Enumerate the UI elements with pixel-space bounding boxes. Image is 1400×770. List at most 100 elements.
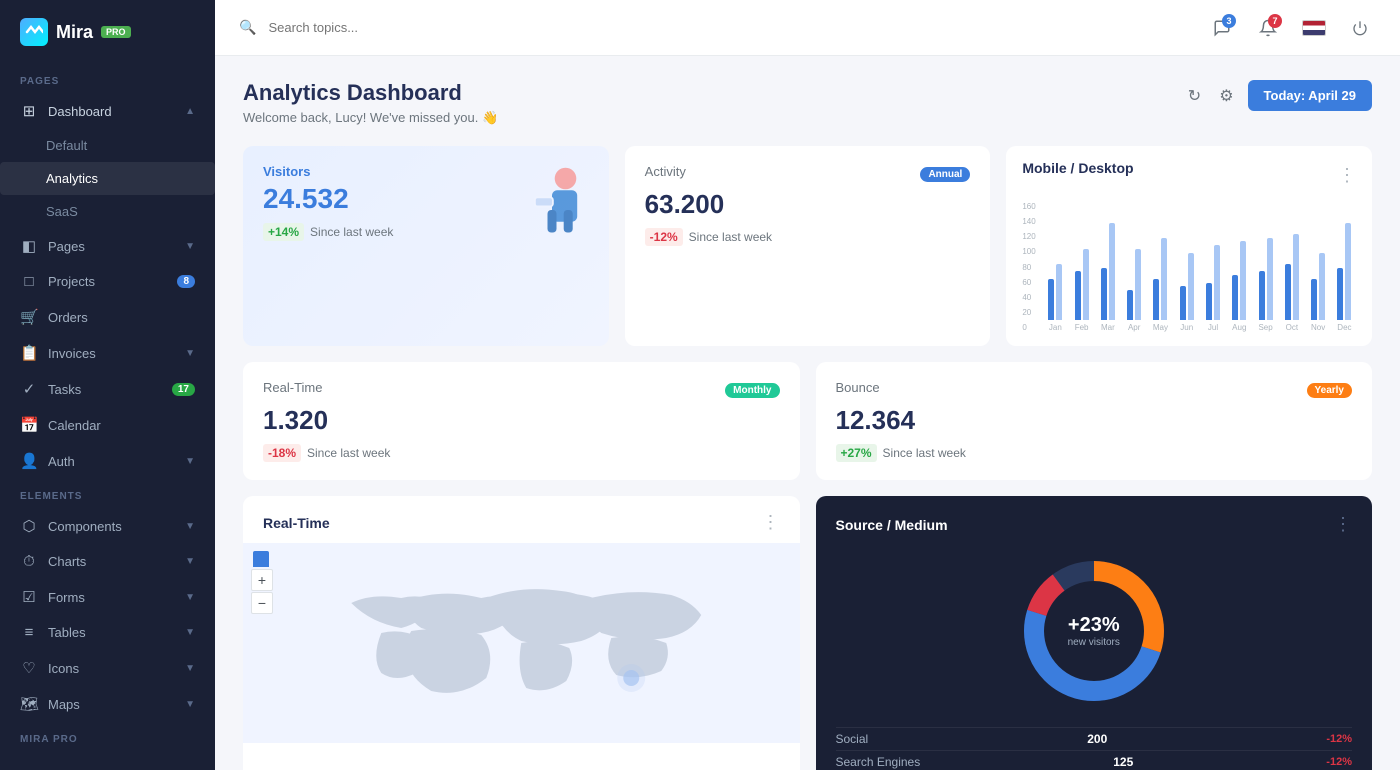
bar-month-label: May xyxy=(1153,323,1168,332)
bar-month-label: Dec xyxy=(1337,323,1351,332)
elements-section-label: ELEMENTS xyxy=(0,479,215,508)
sidebar-item-calendar[interactable]: 📅 Calendar xyxy=(0,407,215,443)
bottom-row: Real-Time ⋮ + − xyxy=(243,496,1372,770)
mobile-desktop-card: Mobile / Desktop ⋮ 160 140 120 100 80 60… xyxy=(1006,146,1372,346)
page-header-left: Analytics Dashboard Welcome back, Lucy! … xyxy=(243,80,498,126)
zoom-out-button[interactable]: − xyxy=(251,592,273,614)
sidebar-item-default[interactable]: Default xyxy=(0,129,215,162)
bar-group: Jul xyxy=(1201,200,1224,332)
invoices-icon: 📋 xyxy=(20,344,38,362)
more-options-icon[interactable]: ⋮ xyxy=(1338,165,1356,186)
realtime-value: 1.320 xyxy=(263,405,780,436)
bell-button[interactable]: 7 xyxy=(1252,12,1284,44)
flag-button[interactable] xyxy=(1298,12,1330,44)
sidebar-item-tasks[interactable]: ✓ Tasks 17 xyxy=(0,371,215,407)
bar-month-label: Apr xyxy=(1128,323,1140,332)
filter-button[interactable]: ⚙ xyxy=(1215,82,1237,110)
source-social-value: 200 xyxy=(1087,732,1107,746)
page-header: Analytics Dashboard Welcome back, Lucy! … xyxy=(243,80,1372,126)
sidebar-item-projects[interactable]: □ Projects 8 xyxy=(0,264,215,299)
sidebar-item-charts[interactable]: ⏱ Charts ▼ xyxy=(0,544,215,579)
bar-light xyxy=(1109,223,1115,321)
bar-group: May xyxy=(1149,200,1172,332)
world-map-svg xyxy=(243,543,800,743)
source-medium-card: Source / Medium ⋮ xyxy=(816,496,1373,770)
map-more-icon[interactable]: ⋮ xyxy=(762,512,780,533)
bar-month-label: Nov xyxy=(1311,323,1325,332)
sidebar-logo: Mira PRO xyxy=(0,0,215,64)
search-input[interactable] xyxy=(268,20,1194,35)
today-button[interactable]: Today: April 29 xyxy=(1248,80,1372,111)
bar-light xyxy=(1135,249,1141,320)
sidebar-item-invoices[interactable]: 📋 Invoices ▼ xyxy=(0,335,215,371)
sidebar-item-orders[interactable]: 🛒 Orders xyxy=(0,299,215,335)
bar-light xyxy=(1267,238,1273,321)
y-axis: 160 140 120 100 80 60 40 20 0 xyxy=(1022,202,1035,332)
donut-subtitle: new visitors xyxy=(1068,637,1120,648)
bar-month-label: Sep xyxy=(1258,323,1272,332)
bar-month-label: Jul xyxy=(1208,323,1218,332)
sidebar-item-components[interactable]: ⬡ Components ▼ xyxy=(0,508,215,544)
bar-dark xyxy=(1101,268,1107,321)
map-header: Real-Time ⋮ xyxy=(243,496,800,543)
topbar: 🔍 3 7 xyxy=(215,0,1400,56)
bar-group: Apr xyxy=(1123,200,1146,332)
source-social-name: Social xyxy=(836,732,869,746)
activity-title: Activity xyxy=(645,164,686,179)
sidebar-item-tables[interactable]: ≡ Tables ▼ xyxy=(0,615,215,650)
components-icon: ⬡ xyxy=(20,517,38,535)
message-badge: 3 xyxy=(1222,14,1236,28)
bar-light xyxy=(1161,238,1167,321)
realtime-card: Real-Time Monthly 1.320 -18% Since last … xyxy=(243,362,800,480)
mobile-desktop-header: Mobile / Desktop ⋮ xyxy=(1022,160,1356,190)
sidebar-item-auth[interactable]: 👤 Auth ▼ xyxy=(0,443,215,479)
bar-group: Jun xyxy=(1175,200,1198,332)
source-more-icon[interactable]: ⋮ xyxy=(1334,514,1352,535)
visitors-change-label: Since last week xyxy=(310,225,393,239)
activity-footer: -12% Since last week xyxy=(645,228,971,246)
bounce-value: 12.364 xyxy=(836,405,1353,436)
refresh-button[interactable]: ↻ xyxy=(1184,82,1205,110)
mira-pro-section-label: MIRA PRO xyxy=(0,722,215,751)
sidebar-item-forms[interactable]: ☑ Forms ▼ xyxy=(0,579,215,615)
sidebar-item-saas[interactable]: SaaS xyxy=(0,195,215,228)
sidebar-item-icons[interactable]: ♡ Icons ▼ xyxy=(0,650,215,686)
sidebar: Mira PRO PAGES ⊞ Dashboard ▲ Default Ana… xyxy=(0,0,215,770)
power-button[interactable] xyxy=(1344,12,1376,44)
chevron-down-icon: ▼ xyxy=(185,521,195,532)
zoom-in-button[interactable]: + xyxy=(251,569,273,591)
donut-percentage: +23% xyxy=(1068,614,1120,637)
bar-pair xyxy=(1127,200,1141,320)
source-row-social: Social 200 -12% xyxy=(836,727,1353,750)
notifications-button[interactable]: 3 xyxy=(1206,12,1238,44)
bar-pair xyxy=(1232,200,1246,320)
bar-month-label: Feb xyxy=(1075,323,1089,332)
pro-badge: PRO xyxy=(101,26,131,38)
projects-badge: 8 xyxy=(177,275,195,288)
search-icon: 🔍 xyxy=(239,19,256,36)
bounce-change: +27% xyxy=(836,444,877,462)
bar-month-label: Mar xyxy=(1101,323,1115,332)
bar-pair xyxy=(1075,200,1089,320)
visitors-change: +14% xyxy=(263,223,304,241)
chevron-down-icon: ▼ xyxy=(185,556,195,567)
chevron-down-icon: ▼ xyxy=(185,592,195,603)
sidebar-item-pages[interactable]: ◧ Pages ▼ xyxy=(0,228,215,264)
activity-change: -12% xyxy=(645,228,683,246)
donut-text: +23% new visitors xyxy=(1068,614,1120,648)
bar-light xyxy=(1056,264,1062,320)
icons-icon: ♡ xyxy=(20,659,38,677)
activity-value: 63.200 xyxy=(645,189,971,220)
bar-pair xyxy=(1337,200,1351,320)
source-header: Source / Medium ⋮ xyxy=(836,514,1353,535)
chevron-down-icon: ▼ xyxy=(185,663,195,674)
chevron-down-icon: ▼ xyxy=(185,241,195,252)
bar-month-label: Oct xyxy=(1286,323,1298,332)
sidebar-item-analytics[interactable]: Analytics xyxy=(0,162,215,195)
bar-month-label: Aug xyxy=(1232,323,1246,332)
sidebar-item-dashboard[interactable]: ⊞ Dashboard ▲ xyxy=(0,93,215,129)
activity-header: Activity Annual xyxy=(645,164,971,185)
bar-dark xyxy=(1180,286,1186,320)
sidebar-item-maps[interactable]: 🗺 Maps ▼ xyxy=(0,686,215,722)
bar-light xyxy=(1319,253,1325,321)
